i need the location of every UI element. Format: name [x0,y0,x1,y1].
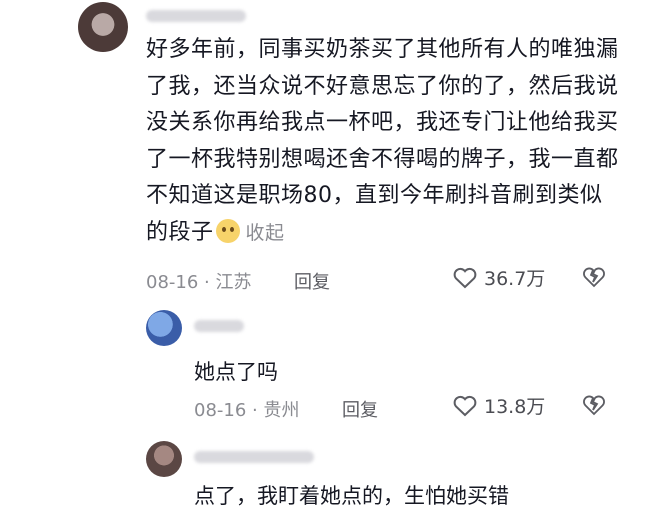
collapse-link[interactable]: 收起 [246,222,285,244]
comment-location: 江苏 [215,272,252,293]
dislike-icon[interactable] [582,266,606,288]
reply-like-count: 13.8万 [484,396,546,418]
comment-meta: 08-16 · 江苏 [146,272,252,293]
dislike-icon[interactable] [582,394,606,416]
heart-icon [453,395,477,416]
like-button[interactable]: 36.7万 [452,264,545,291]
reply-like-button[interactable]: 13.8万 [452,392,545,419]
reply-meta: 08-16 · 贵州 [194,400,300,421]
reply-text: 点了，我盯着她点的，生怕她买错 [194,484,509,508]
comment-text: 好多年前，同事买奶茶买了其他所有人的唯独漏了我，还当众说不好意思忘了你的了，然后… [146,37,619,245]
comment-date: 08-16 [146,272,199,293]
reply-location: 贵州 [263,400,300,421]
heart-icon [453,267,477,288]
avatar[interactable] [78,2,128,52]
reply-avatar[interactable] [146,441,182,477]
reply-button[interactable]: 回复 [294,268,330,294]
like-count: 36.7万 [484,268,546,290]
reply-date: 08-16 [194,400,247,421]
reply-username-blurred[interactable] [194,320,244,332]
reply-reply-button[interactable]: 回复 [342,396,378,422]
reply-text: 她点了吗 [194,360,278,384]
emoji-icon [215,218,240,243]
reply-avatar[interactable] [146,310,182,346]
username-blurred[interactable] [146,10,246,22]
reply-username-blurred[interactable] [194,451,314,463]
